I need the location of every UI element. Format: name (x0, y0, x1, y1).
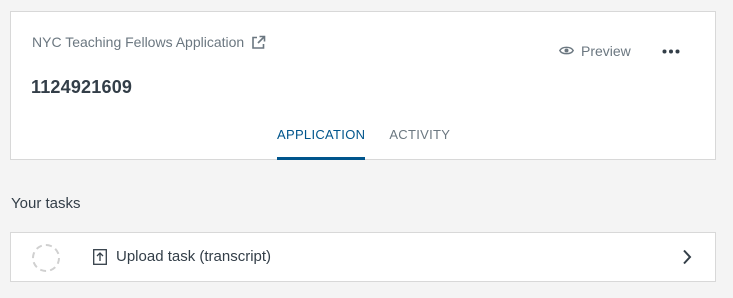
eye-icon (559, 43, 574, 59)
application-id: 1124921609 (31, 77, 133, 97)
more-options-button[interactable] (659, 40, 683, 60)
incomplete-status-icon (32, 244, 60, 272)
application-header-card: NYC Teaching Fellows Application 1124921… (10, 11, 716, 160)
tasks-heading: Your tasks (11, 195, 81, 212)
task-label: Upload task (transcript) (116, 248, 272, 265)
external-link-icon[interactable] (251, 35, 266, 50)
chevron-right-icon[interactable] (681, 248, 693, 266)
tab-label: ACTIVITY (389, 127, 451, 142)
upload-icon (93, 249, 107, 265)
application-title: NYC Teaching Fellows Application (32, 34, 245, 50)
tab-activity[interactable]: ACTIVITY (389, 112, 450, 160)
application-title-row: NYC Teaching Fellows Application (32, 34, 266, 50)
more-options-icon (662, 41, 680, 59)
preview-label: Preview (581, 43, 631, 59)
tab-application[interactable]: APPLICATION (277, 112, 366, 160)
tab-label: APPLICATION (277, 127, 366, 142)
preview-button[interactable]: Preview (559, 43, 631, 59)
tab-bar: APPLICATION ACTIVITY (277, 112, 474, 160)
task-item-upload-transcript[interactable]: Upload task (transcript) (10, 232, 716, 282)
